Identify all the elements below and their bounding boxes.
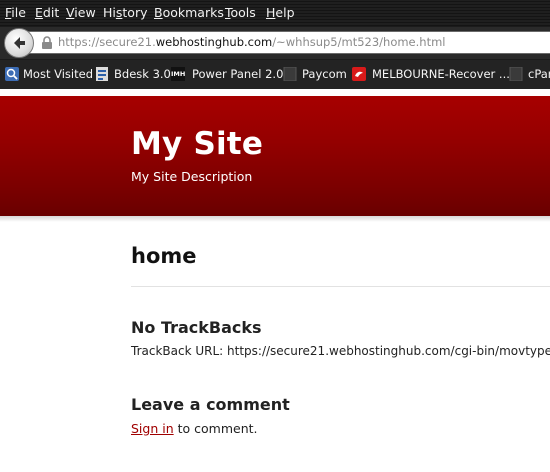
menu-tools[interactable]: Tools xyxy=(225,5,256,20)
bookmark-most-visited[interactable]: Most Visited xyxy=(23,67,93,81)
bookmark-bdesk[interactable]: Bdesk 3.0 xyxy=(114,67,171,81)
page-title: home xyxy=(131,244,197,268)
melbourne-icon xyxy=(352,67,366,81)
site-description: My Site Description xyxy=(131,169,253,184)
page-icon xyxy=(283,67,297,81)
sign-in-suffix: to comment. xyxy=(173,421,258,436)
sign-in-link[interactable]: Sign in xyxy=(131,421,174,436)
trackback-url-value: https://secure21.webhostinghub.com/cgi-b… xyxy=(227,344,550,358)
most-visited-icon xyxy=(5,67,19,81)
menu-help[interactable]: Help xyxy=(266,5,295,20)
menu-history[interactable]: History xyxy=(103,5,147,20)
menu-bookmarks[interactable]: Bookmarks xyxy=(154,5,224,20)
site-title[interactable]: My Site xyxy=(131,126,263,162)
trackback-url-label: TrackBack URL: xyxy=(131,344,228,358)
trackback-url: TrackBack URL: https://secure21.webhosti… xyxy=(131,344,550,358)
menu-bar: File Edit View History Bookmarks Tools H… xyxy=(0,0,550,26)
site-header xyxy=(0,96,550,216)
bookmark-power-panel[interactable]: Power Panel 2.0 xyxy=(192,67,283,81)
lock-icon[interactable] xyxy=(40,36,54,50)
bdesk-icon xyxy=(96,67,108,81)
back-arrow-icon xyxy=(14,37,25,49)
divider xyxy=(131,286,550,287)
imh-icon: IMH xyxy=(171,67,185,81)
menu-edit[interactable]: Edit xyxy=(35,5,59,20)
menu-view[interactable]: View xyxy=(66,5,96,20)
header-top-margin xyxy=(0,89,550,96)
page-icon xyxy=(509,67,523,81)
back-button[interactable] xyxy=(4,28,34,58)
menu-file[interactable]: File xyxy=(5,5,26,20)
bookmark-paycom[interactable]: Paycom xyxy=(302,67,347,81)
trackbacks-heading: No TrackBacks xyxy=(131,318,262,337)
header-shadow xyxy=(0,216,550,222)
url-text[interactable]: https://secure21.webhostinghub.com/~whhs… xyxy=(58,35,446,49)
bookmark-cpanel[interactable]: cPan xyxy=(528,67,550,81)
comment-heading: Leave a comment xyxy=(131,395,290,414)
sign-in-line: Sign in to comment. xyxy=(131,421,258,436)
bookmark-melbourne[interactable]: MELBOURNE-Recover ... xyxy=(372,67,510,81)
